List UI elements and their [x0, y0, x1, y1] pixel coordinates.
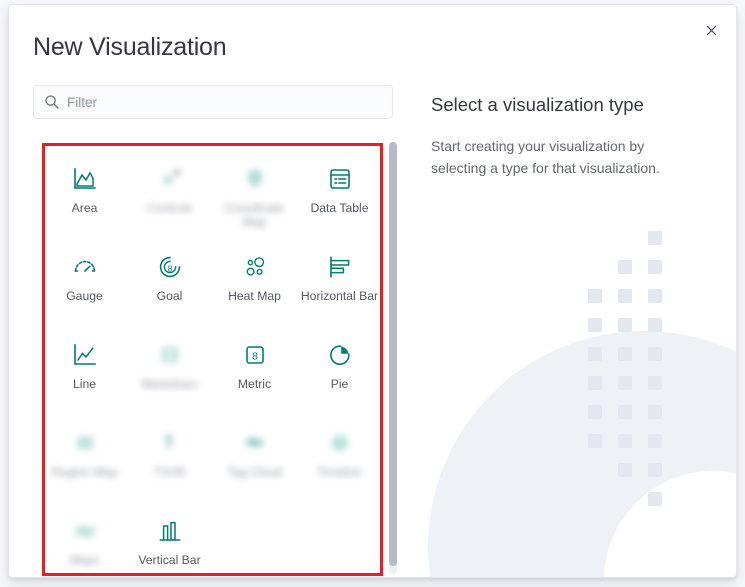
svg-text:8: 8 [167, 264, 172, 273]
search-icon [44, 94, 60, 110]
viz-type-label: Tag Cloud [227, 465, 282, 479]
horizontal-bar-icon [327, 254, 353, 280]
viz-type-coordinate-map[interactable]: Coordinate Map [212, 149, 297, 237]
viz-type-label: Vertical Bar [138, 553, 201, 567]
decorative-dot [648, 260, 662, 274]
close-icon[interactable] [698, 17, 724, 43]
viz-type-gauge[interactable]: Gauge [42, 237, 127, 325]
viz-type-label: Gauge [66, 289, 103, 303]
viz-type-horizontal-bar[interactable]: Horizontal Bar [297, 237, 382, 325]
coordinate-map-icon [242, 166, 268, 192]
decorative-dot [648, 289, 662, 303]
grid-scrollbar-track[interactable] [389, 142, 397, 574]
decorative-dot [648, 463, 662, 477]
info-panel-title: Select a visualization type [431, 94, 644, 115]
viz-type-label: Data Table [310, 201, 369, 215]
controls-icon [157, 166, 183, 192]
viz-type-goal[interactable]: 8 Goal [127, 237, 212, 325]
decorative-dot [648, 318, 662, 332]
page-title: New Visualization [33, 33, 227, 61]
decorative-dot [618, 347, 632, 361]
viz-type-markdown[interactable]: Markdown [127, 325, 212, 413]
area-chart-icon [72, 166, 98, 192]
viz-type-region-map[interactable]: Region Map [42, 413, 127, 501]
decorative-dot [618, 463, 632, 477]
markdown-icon [157, 342, 183, 368]
decorative-dot [648, 492, 662, 506]
decorative-dot-grid [588, 231, 708, 561]
data-table-icon [327, 166, 353, 192]
new-visualization-modal: New Visualization Area Controls Coordinate… [8, 4, 737, 578]
maps-icon [72, 518, 98, 544]
search-input[interactable] [67, 85, 385, 119]
decorative-dot [618, 434, 632, 448]
tsvb-icon [157, 430, 183, 456]
viz-type-label: Line [72, 377, 97, 391]
viz-type-label: Region Map [51, 465, 118, 479]
viz-type-label: TSVB [153, 465, 186, 479]
decorative-dot [588, 318, 602, 332]
decorative-dot [588, 347, 602, 361]
viz-type-vertical-bar[interactable]: Vertical Bar [127, 501, 212, 577]
vertical-bar-icon [157, 518, 183, 544]
decorative-dot [648, 376, 662, 390]
heat-map-icon [242, 254, 268, 280]
viz-type-metric[interactable]: 8 Metric [212, 325, 297, 413]
decorative-dot [648, 231, 662, 245]
viz-type-controls[interactable]: Controls [127, 149, 212, 237]
decorative-dot [588, 434, 602, 448]
viz-type-tsvb[interactable]: TSVB [127, 413, 212, 501]
viz-type-label: Metric [237, 377, 272, 391]
viz-type-label: Coordinate Map [224, 201, 285, 229]
info-panel-description: Start creating your visualization by sel… [431, 138, 660, 176]
viz-type-label: Maps [69, 553, 100, 567]
timelion-icon [327, 430, 353, 456]
grid-scrollbar-thumb[interactable] [389, 142, 397, 566]
decorative-dot [588, 376, 602, 390]
decorative-dot [618, 318, 632, 332]
decorative-dot [648, 347, 662, 361]
screenshot-root: New Visualization Area Controls Coordinate… [0, 0, 745, 587]
visualization-type-grid-scroll-area[interactable]: Area Controls Coordinate Map Data Table Gaug… [42, 139, 398, 577]
svg-text:8: 8 [252, 351, 258, 362]
visualization-info-panel: Select a visualization type Start creati… [413, 5, 736, 577]
viz-type-line[interactable]: Line [42, 325, 127, 413]
visualization-picker-panel: New Visualization Area Controls Coordinate… [9, 5, 413, 577]
line-chart-icon [72, 342, 98, 368]
viz-type-label: Controls [146, 201, 193, 215]
decorative-dot [618, 260, 632, 274]
viz-type-label: Markdown [141, 377, 198, 391]
viz-type-label: Timelion [316, 465, 363, 479]
metric-icon: 8 [242, 342, 268, 368]
viz-type-area[interactable]: Area [42, 149, 127, 237]
viz-type-tag-cloud[interactable]: Tag Cloud [212, 413, 297, 501]
viz-type-pie[interactable]: Pie [297, 325, 382, 413]
decorative-dot [618, 405, 632, 419]
tag-cloud-icon [242, 430, 268, 456]
viz-type-timelion[interactable]: Timelion [297, 413, 382, 501]
decorative-dot [618, 289, 632, 303]
viz-type-heat-map[interactable]: Heat Map [212, 237, 297, 325]
gauge-icon [72, 254, 98, 280]
decorative-dot [588, 405, 602, 419]
viz-type-maps[interactable]: Maps [42, 501, 127, 577]
viz-type-label: Area [71, 201, 98, 215]
decorative-dot [648, 405, 662, 419]
viz-type-label: Pie [330, 377, 349, 391]
decorative-dot [588, 289, 602, 303]
decorative-dot [648, 434, 662, 448]
viz-type-label: Goal [156, 289, 183, 303]
goal-icon: 8 [157, 254, 183, 280]
search-field-wrapper [33, 85, 393, 119]
viz-type-label: Horizontal Bar [300, 289, 379, 303]
viz-type-data-table[interactable]: Data Table [297, 149, 382, 237]
region-map-icon [72, 430, 98, 456]
pie-chart-icon [327, 342, 353, 368]
visualization-type-grid: Area Controls Coordinate Map Data Table Gaug… [42, 139, 382, 577]
viz-type-label: Heat Map [228, 289, 281, 303]
decorative-dot [618, 376, 632, 390]
